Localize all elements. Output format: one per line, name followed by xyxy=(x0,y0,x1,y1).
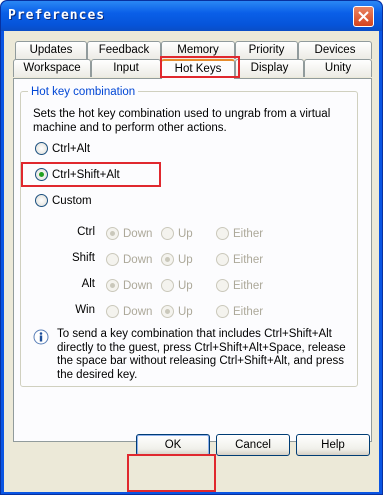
radio-up xyxy=(161,253,174,266)
radio-down xyxy=(106,227,119,240)
tab-memory[interactable]: Memory xyxy=(161,41,235,59)
custom-option-down: Down xyxy=(106,253,152,266)
radio-ctrl-alt-label: Ctrl+Alt xyxy=(52,142,91,155)
radio-either-label: Either xyxy=(233,279,264,292)
radio-ctrl-shift-alt-label: Ctrl+Shift+Alt xyxy=(52,168,120,181)
custom-key-label: Win xyxy=(75,304,95,316)
radio-custom[interactable] xyxy=(35,194,48,207)
radio-down-label: Down xyxy=(123,279,153,292)
tab-updates[interactable]: Updates xyxy=(15,41,87,59)
custom-option-either: Either xyxy=(216,305,263,318)
group-description: Sets the hot key combination used to ung… xyxy=(33,108,331,134)
radio-up xyxy=(161,279,174,292)
radio-down-label: Down xyxy=(123,253,153,266)
window-title: Preferences xyxy=(8,8,106,23)
option-ctrl-shift-alt[interactable]: Ctrl+Shift+Alt xyxy=(35,168,120,181)
radio-either-label: Either xyxy=(233,305,264,318)
option-ctrl-alt[interactable]: Ctrl+Alt xyxy=(35,142,90,155)
radio-either-label: Either xyxy=(233,253,264,266)
radio-down-label: Down xyxy=(123,227,153,240)
radio-up xyxy=(161,227,174,240)
option-custom[interactable]: Custom xyxy=(35,194,92,207)
radio-custom-label: Custom xyxy=(52,194,92,207)
close-icon xyxy=(358,11,369,22)
custom-option-up: Up xyxy=(161,305,193,318)
radio-either xyxy=(216,227,229,240)
radio-down xyxy=(106,279,119,292)
help-button[interactable]: Help xyxy=(296,434,370,456)
cancel-button[interactable]: Cancel xyxy=(216,434,290,456)
preferences-window: Preferences Updates Feedback Memory Prio… xyxy=(0,0,383,495)
radio-down xyxy=(106,305,119,318)
custom-option-down: Down xyxy=(106,305,152,318)
tab-workspace[interactable]: Workspace xyxy=(13,59,91,77)
custom-option-either: Either xyxy=(216,253,263,266)
radio-either xyxy=(216,305,229,318)
custom-option-either: Either xyxy=(216,227,263,240)
custom-option-down: Down xyxy=(106,227,152,240)
custom-key-label: Alt xyxy=(81,278,95,290)
radio-up-label: Up xyxy=(178,227,193,240)
tab-display[interactable]: Display xyxy=(235,59,304,77)
ok-button[interactable]: OK xyxy=(136,434,210,456)
custom-key-label: Ctrl xyxy=(77,226,95,238)
tab-priority[interactable]: Priority xyxy=(235,41,298,59)
radio-up-label: Up xyxy=(178,253,193,266)
custom-option-up: Up xyxy=(161,253,193,266)
radio-ctrl-shift-alt[interactable] xyxy=(35,168,48,181)
info-icon xyxy=(33,329,49,345)
radio-down-label: Down xyxy=(123,305,153,318)
custom-option-either: Either xyxy=(216,279,263,292)
info-text: To send a key combination that includes … xyxy=(57,328,346,381)
radio-either xyxy=(216,253,229,266)
custom-option-up: Up xyxy=(161,227,193,240)
radio-down xyxy=(106,253,119,266)
tab-devices[interactable]: Devices xyxy=(298,41,372,59)
radio-up-label: Up xyxy=(178,279,193,292)
tab-unity[interactable]: Unity xyxy=(304,59,372,77)
custom-option-down: Down xyxy=(106,279,152,292)
group-title: Hot key combination xyxy=(28,86,139,98)
tab-feedback[interactable]: Feedback xyxy=(87,41,161,59)
tab-input[interactable]: Input xyxy=(91,59,161,77)
custom-option-up: Up xyxy=(161,279,193,292)
tab-hot-keys[interactable]: Hot Keys xyxy=(161,59,235,79)
radio-either-label: Either xyxy=(233,227,264,240)
custom-key-label: Shift xyxy=(71,252,95,264)
radio-up-label: Up xyxy=(178,305,193,318)
radio-ctrl-alt[interactable] xyxy=(35,142,48,155)
radio-either xyxy=(216,279,229,292)
title-bar[interactable]: Preferences xyxy=(1,1,382,31)
close-button[interactable] xyxy=(353,6,374,27)
radio-up xyxy=(161,305,174,318)
